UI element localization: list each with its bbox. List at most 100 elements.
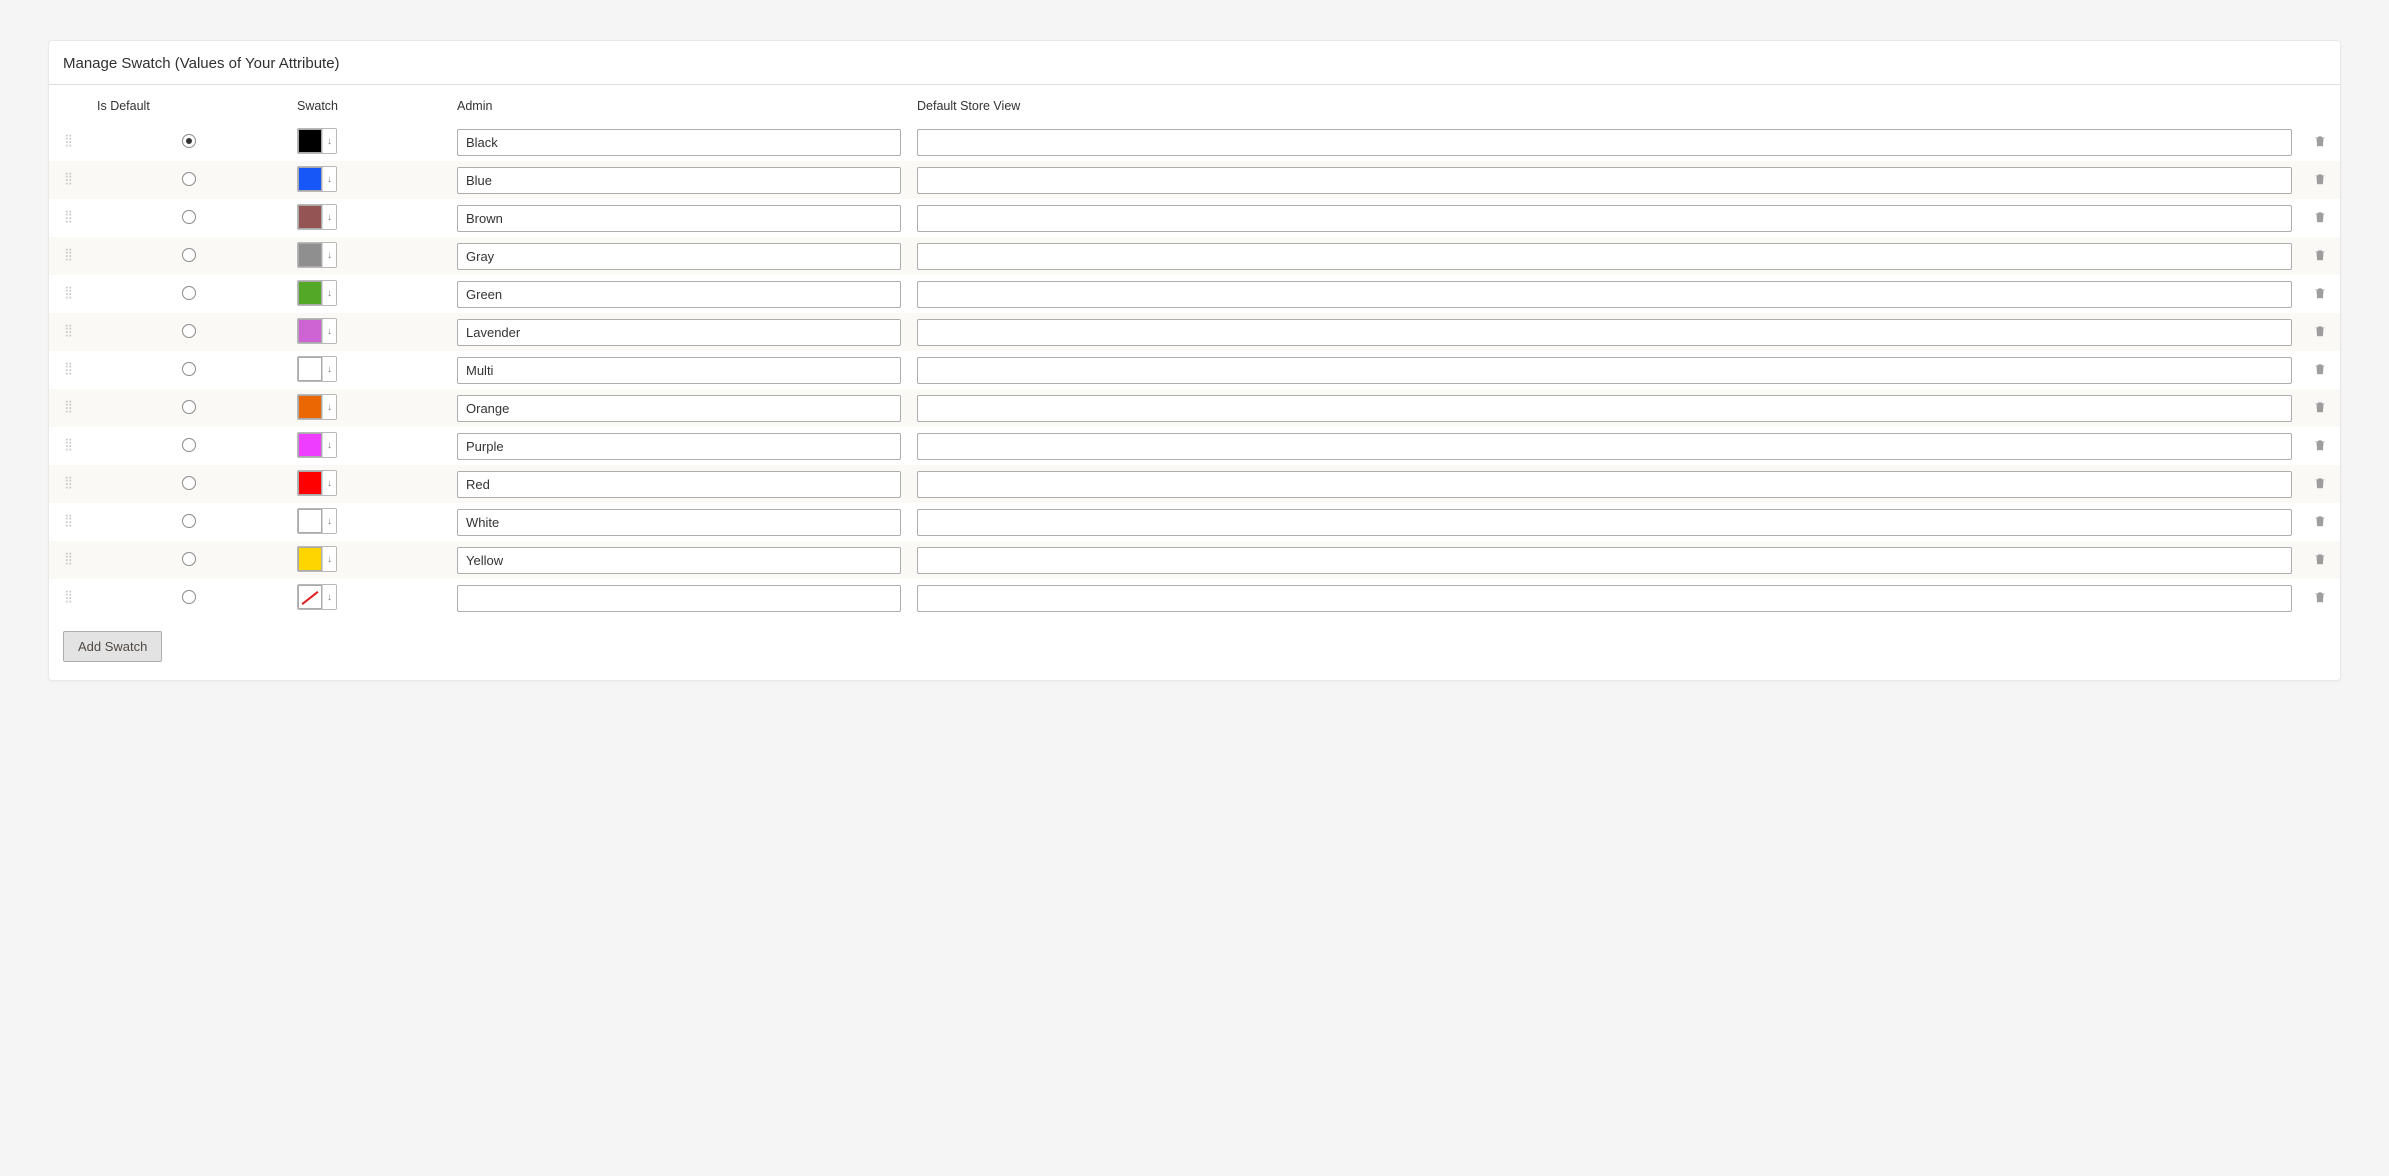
swatch-picker[interactable]: ↓ [297, 204, 337, 230]
is-default-radio[interactable] [182, 134, 196, 148]
delete-row-icon[interactable] [2313, 171, 2327, 187]
swatch-color-box[interactable] [298, 129, 322, 153]
admin-input[interactable] [457, 167, 901, 194]
admin-input[interactable] [457, 585, 901, 612]
store-view-input[interactable] [917, 205, 2292, 232]
admin-input[interactable] [457, 357, 901, 384]
swatch-dropdown-icon[interactable]: ↓ [322, 433, 336, 457]
delete-row-icon[interactable] [2313, 551, 2327, 567]
swatch-color-box[interactable] [298, 205, 322, 229]
swatch-picker[interactable]: ↓ [297, 584, 337, 610]
swatch-color-box[interactable] [298, 395, 322, 419]
drag-handle-icon[interactable] [64, 404, 74, 418]
swatch-color-box[interactable] [298, 243, 322, 267]
store-view-input[interactable] [917, 471, 2292, 498]
is-default-radio[interactable] [182, 438, 196, 452]
delete-row-icon[interactable] [2313, 361, 2327, 377]
swatch-color-box[interactable] [298, 433, 322, 457]
swatch-color-box[interactable] [298, 281, 322, 305]
swatch-color-box[interactable] [298, 471, 322, 495]
store-view-input[interactable] [917, 319, 2292, 346]
swatch-dropdown-icon[interactable]: ↓ [322, 281, 336, 305]
is-default-radio[interactable] [182, 590, 196, 604]
delete-row-icon[interactable] [2313, 323, 2327, 339]
delete-row-icon[interactable] [2313, 513, 2327, 529]
drag-handle-icon[interactable] [64, 252, 74, 266]
admin-input[interactable] [457, 509, 901, 536]
is-default-radio[interactable] [182, 362, 196, 376]
swatch-picker[interactable]: ↓ [297, 432, 337, 458]
delete-row-icon[interactable] [2313, 399, 2327, 415]
swatch-color-box[interactable] [298, 585, 322, 609]
store-view-input[interactable] [917, 395, 2292, 422]
store-view-input[interactable] [917, 281, 2292, 308]
swatch-picker[interactable]: ↓ [297, 546, 337, 572]
delete-row-icon[interactable] [2313, 133, 2327, 149]
store-view-input[interactable] [917, 243, 2292, 270]
admin-input[interactable] [457, 471, 901, 498]
store-view-input[interactable] [917, 433, 2292, 460]
admin-input[interactable] [457, 243, 901, 270]
store-view-input[interactable] [917, 129, 2292, 156]
swatch-color-box[interactable] [298, 509, 322, 533]
swatch-dropdown-icon[interactable]: ↓ [322, 167, 336, 191]
is-default-radio[interactable] [182, 210, 196, 224]
delete-row-icon[interactable] [2313, 475, 2327, 491]
swatch-picker[interactable]: ↓ [297, 242, 337, 268]
swatch-picker[interactable]: ↓ [297, 128, 337, 154]
is-default-radio[interactable] [182, 286, 196, 300]
swatch-picker[interactable]: ↓ [297, 394, 337, 420]
is-default-radio[interactable] [182, 324, 196, 338]
is-default-radio[interactable] [182, 552, 196, 566]
drag-handle-icon[interactable] [64, 290, 74, 304]
delete-row-icon[interactable] [2313, 209, 2327, 225]
swatch-dropdown-icon[interactable]: ↓ [322, 357, 336, 381]
admin-input[interactable] [457, 395, 901, 422]
swatch-dropdown-icon[interactable]: ↓ [322, 585, 336, 609]
admin-input[interactable] [457, 319, 901, 346]
is-default-radio[interactable] [182, 514, 196, 528]
drag-handle-icon[interactable] [64, 176, 74, 190]
admin-input[interactable] [457, 547, 901, 574]
swatch-dropdown-icon[interactable]: ↓ [322, 395, 336, 419]
swatch-dropdown-icon[interactable]: ↓ [322, 243, 336, 267]
delete-row-icon[interactable] [2313, 589, 2327, 605]
drag-handle-icon[interactable] [64, 138, 74, 152]
swatch-picker[interactable]: ↓ [297, 356, 337, 382]
swatch-color-box[interactable] [298, 319, 322, 343]
delete-row-icon[interactable] [2313, 285, 2327, 301]
drag-handle-icon[interactable] [64, 442, 74, 456]
admin-input[interactable] [457, 281, 901, 308]
swatch-picker[interactable]: ↓ [297, 470, 337, 496]
store-view-input[interactable] [917, 585, 2292, 612]
drag-handle-icon[interactable] [64, 214, 74, 228]
store-view-input[interactable] [917, 547, 2292, 574]
swatch-dropdown-icon[interactable]: ↓ [322, 509, 336, 533]
drag-handle-icon[interactable] [64, 556, 74, 570]
swatch-picker[interactable]: ↓ [297, 508, 337, 534]
is-default-radio[interactable] [182, 248, 196, 262]
admin-input[interactable] [457, 129, 901, 156]
swatch-color-box[interactable] [298, 167, 322, 191]
swatch-color-box[interactable] [298, 357, 322, 381]
swatch-color-box[interactable] [298, 547, 322, 571]
delete-row-icon[interactable] [2313, 247, 2327, 263]
swatch-picker[interactable]: ↓ [297, 318, 337, 344]
store-view-input[interactable] [917, 167, 2292, 194]
drag-handle-icon[interactable] [64, 518, 74, 532]
swatch-dropdown-icon[interactable]: ↓ [322, 319, 336, 343]
admin-input[interactable] [457, 205, 901, 232]
delete-row-icon[interactable] [2313, 437, 2327, 453]
drag-handle-icon[interactable] [64, 366, 74, 380]
is-default-radio[interactable] [182, 172, 196, 186]
swatch-dropdown-icon[interactable]: ↓ [322, 205, 336, 229]
swatch-picker[interactable]: ↓ [297, 166, 337, 192]
is-default-radio[interactable] [182, 400, 196, 414]
store-view-input[interactable] [917, 357, 2292, 384]
swatch-dropdown-icon[interactable]: ↓ [322, 471, 336, 495]
swatch-dropdown-icon[interactable]: ↓ [322, 129, 336, 153]
swatch-picker[interactable]: ↓ [297, 280, 337, 306]
store-view-input[interactable] [917, 509, 2292, 536]
add-swatch-button[interactable]: Add Swatch [63, 631, 162, 662]
drag-handle-icon[interactable] [64, 594, 74, 608]
